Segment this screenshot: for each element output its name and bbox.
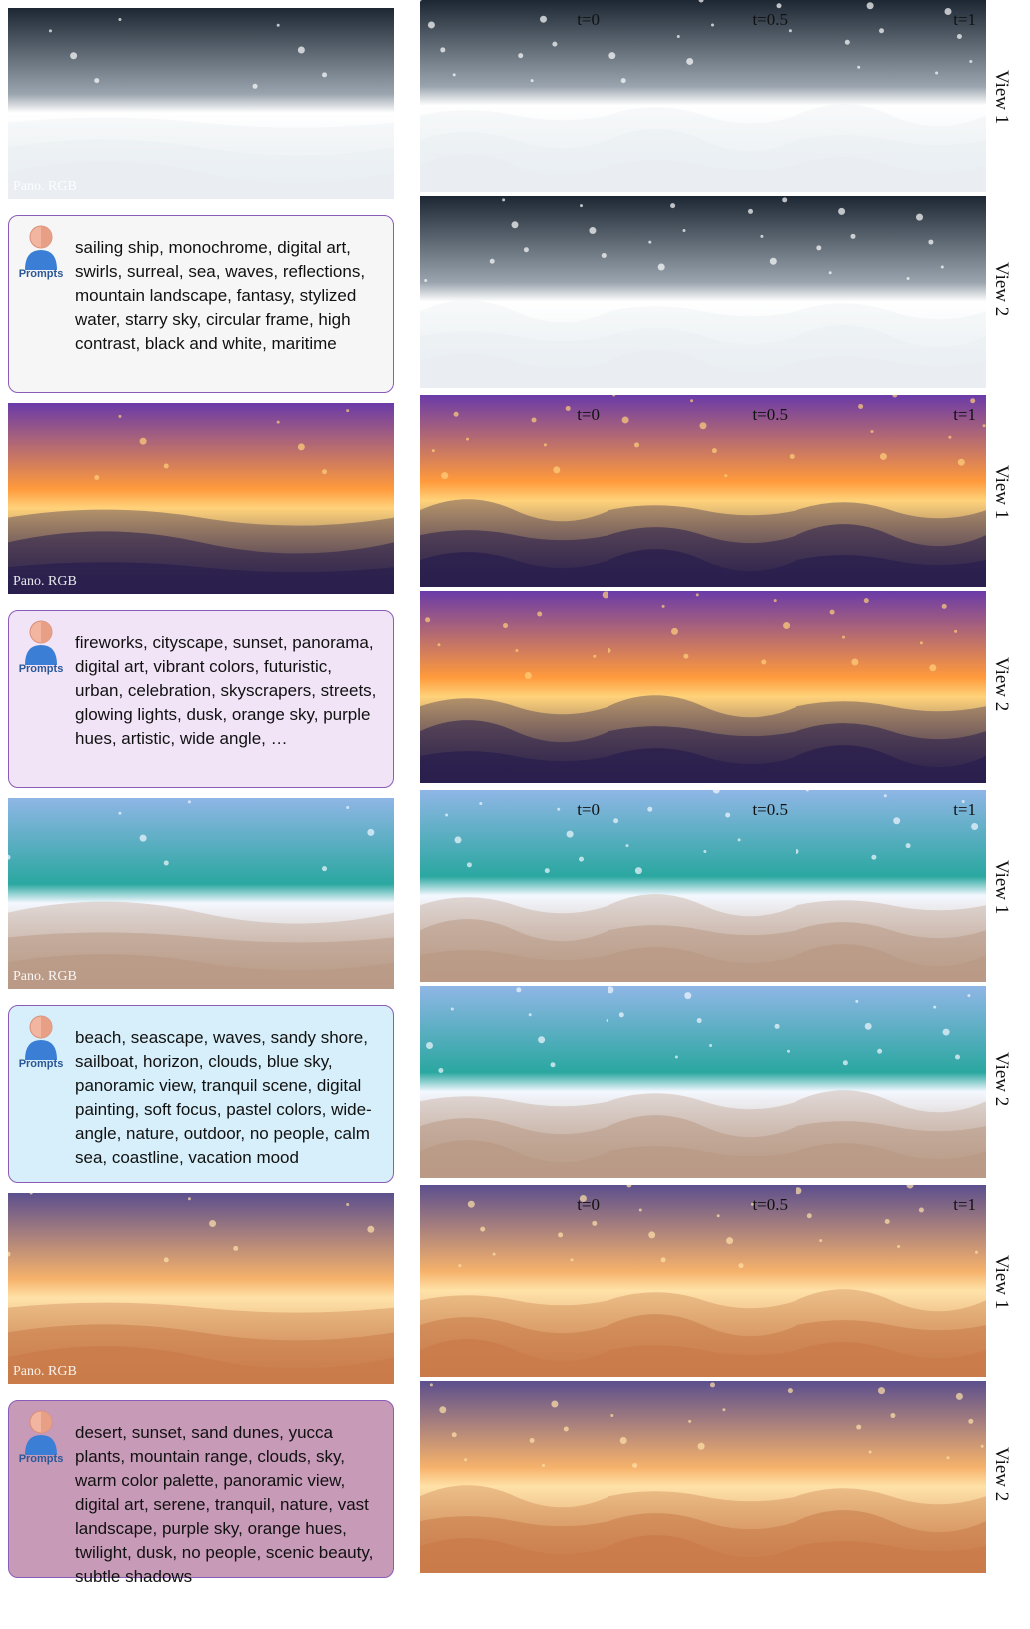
view-1-frame-3: t=1: [796, 790, 986, 982]
time-label: t=0: [577, 800, 600, 819]
prompt-icon-label: Prompts: [18, 663, 64, 675]
view-1-label: View 1: [991, 465, 1012, 520]
view-1-label: View 1: [991, 860, 1012, 915]
user-icon: Prompts: [15, 224, 67, 286]
prompt-box: Prompts fireworks, cityscape, sunset, pan…: [8, 610, 394, 788]
prompt-box: Prompts beach, seascape, waves, sandy sho…: [8, 1005, 394, 1183]
example-row: Pano. RGB Prompts desert, sunset, sand du…: [0, 1185, 1030, 1586]
view-2-frame-1: [420, 196, 610, 388]
prompt-text: sailing ship, monochrome, digital art, s…: [75, 238, 366, 353]
panorama-image: Pano. RGB: [8, 1193, 394, 1384]
user-icon: Prompts: [15, 1014, 67, 1076]
view-1-label: View 1: [991, 70, 1012, 125]
view-1-frame-2: t=0.5: [608, 395, 798, 587]
view-2-frame-2: [608, 196, 798, 388]
panorama-image: Pano. RGB: [8, 798, 394, 989]
view-grid: t=0 t=0.5 t=1: [420, 790, 1004, 1180]
view-2-frame-2: [608, 591, 798, 783]
view-2-frame-1: [420, 986, 610, 1178]
view-1-frame-3: t=1: [796, 0, 986, 192]
panorama-image: Pano. RGB: [8, 8, 394, 199]
time-label: t=0.5: [752, 10, 788, 29]
time-label: t=1: [953, 10, 976, 29]
time-label: t=0: [577, 1195, 600, 1214]
example-row: Pano. RGB Prompts beach, seascape, waves,…: [0, 790, 1030, 1183]
panorama-label: Pano. RGB: [13, 969, 77, 984]
view-2-frame-1: [420, 1381, 610, 1573]
view-grid: t=0 t=0.5 t=1: [420, 395, 1004, 785]
prompt-box: Prompts desert, sunset, sand dunes, yucca…: [8, 1400, 394, 1586]
time-label: t=1: [953, 1195, 976, 1214]
view-2-label: View 2: [991, 1447, 1012, 1502]
time-label: t=1: [953, 800, 976, 819]
prompt-text: fireworks, cityscape, sunset, panorama, …: [75, 633, 377, 748]
time-label: t=0.5: [752, 405, 788, 424]
view-1-frame-1: t=0: [420, 790, 610, 982]
view-2-frame-3: [796, 591, 986, 783]
view-2-frame-2: [608, 986, 798, 1178]
prompt-box: Prompts sailing ship, monochrome, digital…: [8, 215, 394, 393]
panorama-label: Pano. RGB: [13, 179, 77, 194]
prompt-text: desert, sunset, sand dunes, yucca plants…: [75, 1423, 374, 1586]
view-2-frame-3: [796, 1381, 986, 1573]
user-icon: Prompts: [15, 619, 67, 681]
user-icon: Prompts: [15, 1409, 67, 1471]
time-label: t=1: [953, 405, 976, 424]
example-row: Pano. RGB Prompts fireworks, cityscape, s…: [0, 395, 1030, 788]
example-row: Pano. RGB Prompts sailing ship, monochrom…: [0, 0, 1030, 393]
view-1-label: View 1: [991, 1255, 1012, 1310]
view-1-frame-2: t=0.5: [608, 1185, 798, 1377]
panorama-image: Pano. RGB: [8, 403, 394, 594]
view-grid: t=0 t=0.5 t=1: [420, 0, 1004, 390]
time-label: t=0.5: [752, 1195, 788, 1214]
panorama-label: Pano. RGB: [13, 574, 77, 589]
view-2-frame-2: [608, 1381, 798, 1573]
view-2-frame-3: [796, 196, 986, 388]
prompt-icon-label: Prompts: [18, 1058, 64, 1070]
view-grid: t=0 t=0.5 t=1: [420, 1185, 1004, 1575]
view-1-frame-1: t=0: [420, 0, 610, 192]
view-2-label: View 2: [991, 1052, 1012, 1107]
view-2-label: View 2: [991, 657, 1012, 712]
view-2-frame-3: [796, 986, 986, 1178]
view-1-frame-1: t=0: [420, 395, 610, 587]
view-1-frame-1: t=0: [420, 1185, 610, 1377]
view-1-frame-3: t=1: [796, 395, 986, 587]
prompt-icon-label: Prompts: [18, 1453, 64, 1465]
view-2-label: View 2: [991, 262, 1012, 317]
view-1-frame-2: t=0.5: [608, 0, 798, 192]
view-1-frame-3: t=1: [796, 1185, 986, 1377]
time-label: t=0.5: [752, 800, 788, 819]
prompt-text: beach, seascape, waves, sandy shore, sai…: [75, 1028, 372, 1167]
time-label: t=0: [577, 405, 600, 424]
view-1-frame-2: t=0.5: [608, 790, 798, 982]
prompt-icon-label: Prompts: [18, 268, 64, 280]
panorama-label: Pano. RGB: [13, 1364, 77, 1379]
view-2-frame-1: [420, 591, 610, 783]
time-label: t=0: [577, 10, 600, 29]
